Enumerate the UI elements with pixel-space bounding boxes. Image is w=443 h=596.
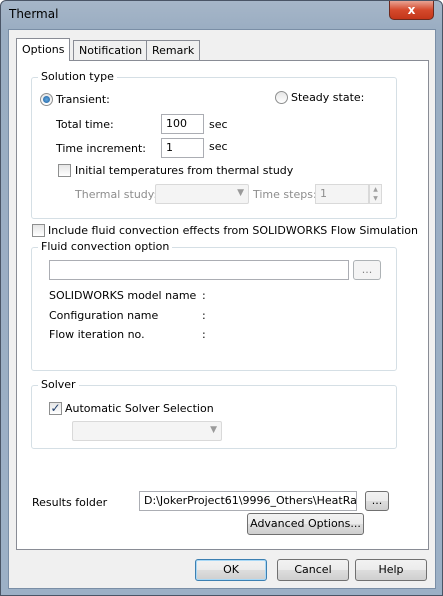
solver-group: Solver ✓ Automatic Solver Selection ▼: [31, 378, 397, 449]
model-name-label: SOLIDWORKS model name: [49, 289, 197, 302]
spin-down-icon: ▼: [373, 195, 378, 202]
fluid-project-path-input[interactable]: [49, 260, 349, 280]
solver-label: Solver: [38, 378, 79, 391]
total-time-input[interactable]: 100: [161, 114, 204, 134]
check-icon: ✓: [50, 401, 61, 415]
spin-up-icon: ▲: [373, 186, 378, 193]
automatic-solver-label: Automatic Solver Selection: [65, 402, 214, 415]
flow-iteration-separator: :: [202, 328, 206, 341]
help-button[interactable]: Help: [355, 559, 427, 581]
time-steps-spinner: ▲ ▼: [369, 184, 382, 204]
thermal-study-dropdown: ▼: [155, 184, 249, 204]
total-time-label: Total time:: [56, 118, 114, 131]
options-tab-panel: Solution type Transient: Steady state: T…: [16, 60, 429, 550]
thermal-dialog-window: Thermal x Options Notification Remark So…: [0, 0, 443, 596]
flow-iteration-label: Flow iteration no.: [49, 328, 145, 341]
ok-button[interactable]: OK: [195, 559, 267, 581]
tab-options[interactable]: Options: [16, 38, 71, 61]
automatic-solver-checkbox[interactable]: ✓: [49, 402, 62, 415]
total-time-unit: sec: [209, 118, 228, 131]
results-folder-input[interactable]: D:\JokerProject61\9996_Others\HeatRace: [139, 491, 357, 511]
time-steps-label: Time steps:: [253, 188, 317, 201]
solver-dropdown: ▼: [72, 421, 222, 441]
close-button[interactable]: x: [389, 1, 434, 20]
fluid-convection-group: Fluid convection option ... SOLIDWORKS m…: [31, 240, 397, 371]
fluid-browse-button[interactable]: ...: [353, 260, 381, 280]
initial-temperatures-label: Initial temperatures from thermal study: [75, 164, 294, 177]
configuration-name-label: Configuration name: [49, 309, 159, 322]
results-folder-label: Results folder: [32, 496, 108, 509]
time-increment-input[interactable]: 1: [161, 138, 204, 158]
cancel-button[interactable]: Cancel: [277, 559, 349, 581]
window-title: Thermal: [9, 7, 59, 21]
include-fluid-convection-label: Include fluid convection effects from SO…: [48, 224, 418, 237]
title-bar[interactable]: Thermal x: [1, 1, 442, 29]
include-fluid-convection-checkbox[interactable]: [32, 224, 45, 237]
solution-type-group: Solution type Transient: Steady state: T…: [31, 70, 397, 219]
tab-notification[interactable]: Notification: [73, 40, 149, 60]
steady-state-label: Steady state:: [291, 91, 365, 104]
time-steps-input: 1: [315, 184, 369, 204]
chevron-down-icon: ▼: [237, 188, 244, 198]
solution-type-label: Solution type: [38, 70, 117, 83]
chevron-down-icon: ▼: [210, 425, 217, 435]
thermal-study-label: Thermal study:: [75, 188, 158, 201]
fluid-convection-option-label: Fluid convection option: [38, 240, 173, 253]
close-icon: x: [407, 3, 416, 17]
results-browse-button[interactable]: ...: [365, 491, 389, 511]
transient-label: Transient:: [56, 93, 110, 106]
initial-temperatures-checkbox[interactable]: [58, 164, 71, 177]
steady-state-radio[interactable]: [275, 91, 288, 104]
time-increment-label: Time increment:: [56, 142, 147, 155]
dialog-client-area: Options Notification Remark Solution typ…: [8, 29, 436, 589]
configuration-name-separator: :: [202, 309, 206, 322]
transient-radio[interactable]: [40, 93, 53, 106]
tab-remark[interactable]: Remark: [146, 40, 201, 60]
time-increment-unit: sec: [209, 140, 228, 153]
advanced-options-button[interactable]: Advanced Options...: [247, 513, 364, 535]
model-name-separator: :: [202, 289, 206, 302]
